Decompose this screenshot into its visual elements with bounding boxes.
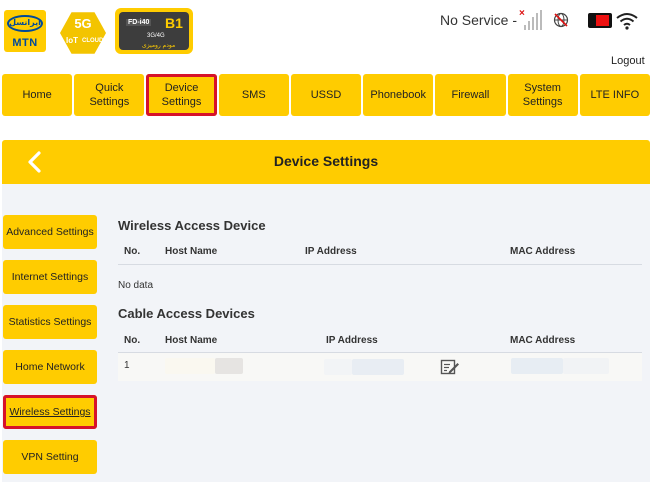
page-title: Device Settings bbox=[273, 153, 379, 169]
iot-logo-text: IoT bbox=[66, 36, 78, 45]
wifi-icon bbox=[616, 13, 638, 30]
signal-x-mark: × bbox=[519, 8, 525, 19]
redacted-host-name bbox=[215, 358, 243, 374]
main-nav: Home Quick Settings Device Settings SMS … bbox=[2, 74, 650, 116]
5g-iot-cloud-logo: 5G IoT CLOUD bbox=[60, 10, 106, 56]
nav-sms[interactable]: SMS bbox=[218, 74, 289, 116]
5g-logo-text: 5G bbox=[74, 16, 92, 31]
nav-firewall[interactable]: Firewall bbox=[435, 74, 506, 116]
network-status: No Service - bbox=[440, 12, 518, 28]
side-item-home-network[interactable]: Home Network bbox=[3, 350, 97, 384]
model-persian: مودم رومیزی bbox=[142, 43, 176, 49]
page-header: Device Settings bbox=[2, 140, 650, 184]
redacted-mac-address bbox=[563, 358, 609, 374]
device-list-panel: Wireless Access Device No. Host Name IP … bbox=[113, 208, 643, 388]
cable-col-host: Host Name bbox=[165, 335, 218, 346]
nav-lte-info[interactable]: LTE INFO bbox=[579, 74, 650, 116]
nav-device-settings[interactable]: Device Settings bbox=[146, 74, 217, 116]
redacted-host-name bbox=[165, 358, 215, 374]
mtn-logo: ایرانسل MTN bbox=[4, 10, 46, 52]
wireless-empty-text: No data bbox=[118, 280, 154, 291]
wireless-section-title: Wireless Access Device bbox=[118, 218, 266, 233]
nav-home[interactable]: Home bbox=[2, 74, 73, 116]
wireless-col-host: Host Name bbox=[165, 246, 218, 257]
nav-phonebook[interactable]: Phonebook bbox=[363, 74, 434, 116]
cable-row-no: 1 bbox=[124, 360, 130, 371]
mtn-logo-text: MTN bbox=[12, 37, 38, 49]
signal-bar bbox=[540, 10, 542, 30]
signal-bar bbox=[532, 17, 534, 30]
device-model-logo-inner: FD-i40 B1 3G/4G مودم رومیزی bbox=[119, 12, 189, 50]
signal-bar bbox=[524, 25, 526, 30]
cable-col-mac: MAC Address bbox=[510, 335, 576, 346]
wireless-col-no: No. bbox=[124, 246, 141, 257]
side-item-statistics-settings[interactable]: Statistics Settings bbox=[3, 305, 97, 339]
model-band: B1 bbox=[165, 15, 183, 31]
signal-bars-icon: × bbox=[510, 8, 546, 30]
cloud-logo-text: CLOUD bbox=[82, 38, 104, 44]
redacted-ip-address bbox=[352, 359, 404, 375]
battery-level bbox=[596, 15, 609, 26]
signal-bar bbox=[536, 13, 538, 30]
edit-icon[interactable] bbox=[440, 358, 460, 376]
globe-blocked-icon bbox=[553, 12, 569, 28]
side-item-internet-settings[interactable]: Internet Settings bbox=[3, 260, 97, 294]
nav-ussd[interactable]: USSD bbox=[290, 74, 362, 116]
model-gen: 3G/4G bbox=[147, 33, 165, 39]
battery-icon bbox=[588, 13, 612, 28]
nav-system-settings[interactable]: System Settings bbox=[507, 74, 578, 116]
wireless-header-divider bbox=[118, 264, 642, 265]
side-item-wireless-settings[interactable]: Wireless Settings bbox=[3, 395, 97, 429]
cable-section-title: Cable Access Devices bbox=[118, 306, 255, 321]
redacted-mac-address bbox=[511, 358, 563, 374]
wireless-col-mac: MAC Address bbox=[510, 246, 576, 257]
side-item-vpn-setting[interactable]: VPN Setting bbox=[3, 440, 97, 474]
cable-col-no: No. bbox=[124, 335, 141, 346]
logout-link[interactable]: Logout bbox=[611, 55, 645, 67]
cable-col-ip: IP Address bbox=[326, 335, 378, 346]
model-code: FD-i40 bbox=[126, 19, 152, 26]
signal-bar bbox=[528, 21, 530, 30]
mtn-logo-persian: ایرانسل bbox=[9, 18, 41, 27]
device-model-logo: FD-i40 B1 3G/4G مودم رومیزی bbox=[115, 8, 193, 54]
wireless-col-ip: IP Address bbox=[305, 246, 357, 257]
redacted-ip-address bbox=[324, 359, 352, 375]
side-item-advanced-settings[interactable]: Advanced Settings bbox=[3, 215, 97, 249]
nav-quick-settings[interactable]: Quick Settings bbox=[74, 74, 145, 116]
